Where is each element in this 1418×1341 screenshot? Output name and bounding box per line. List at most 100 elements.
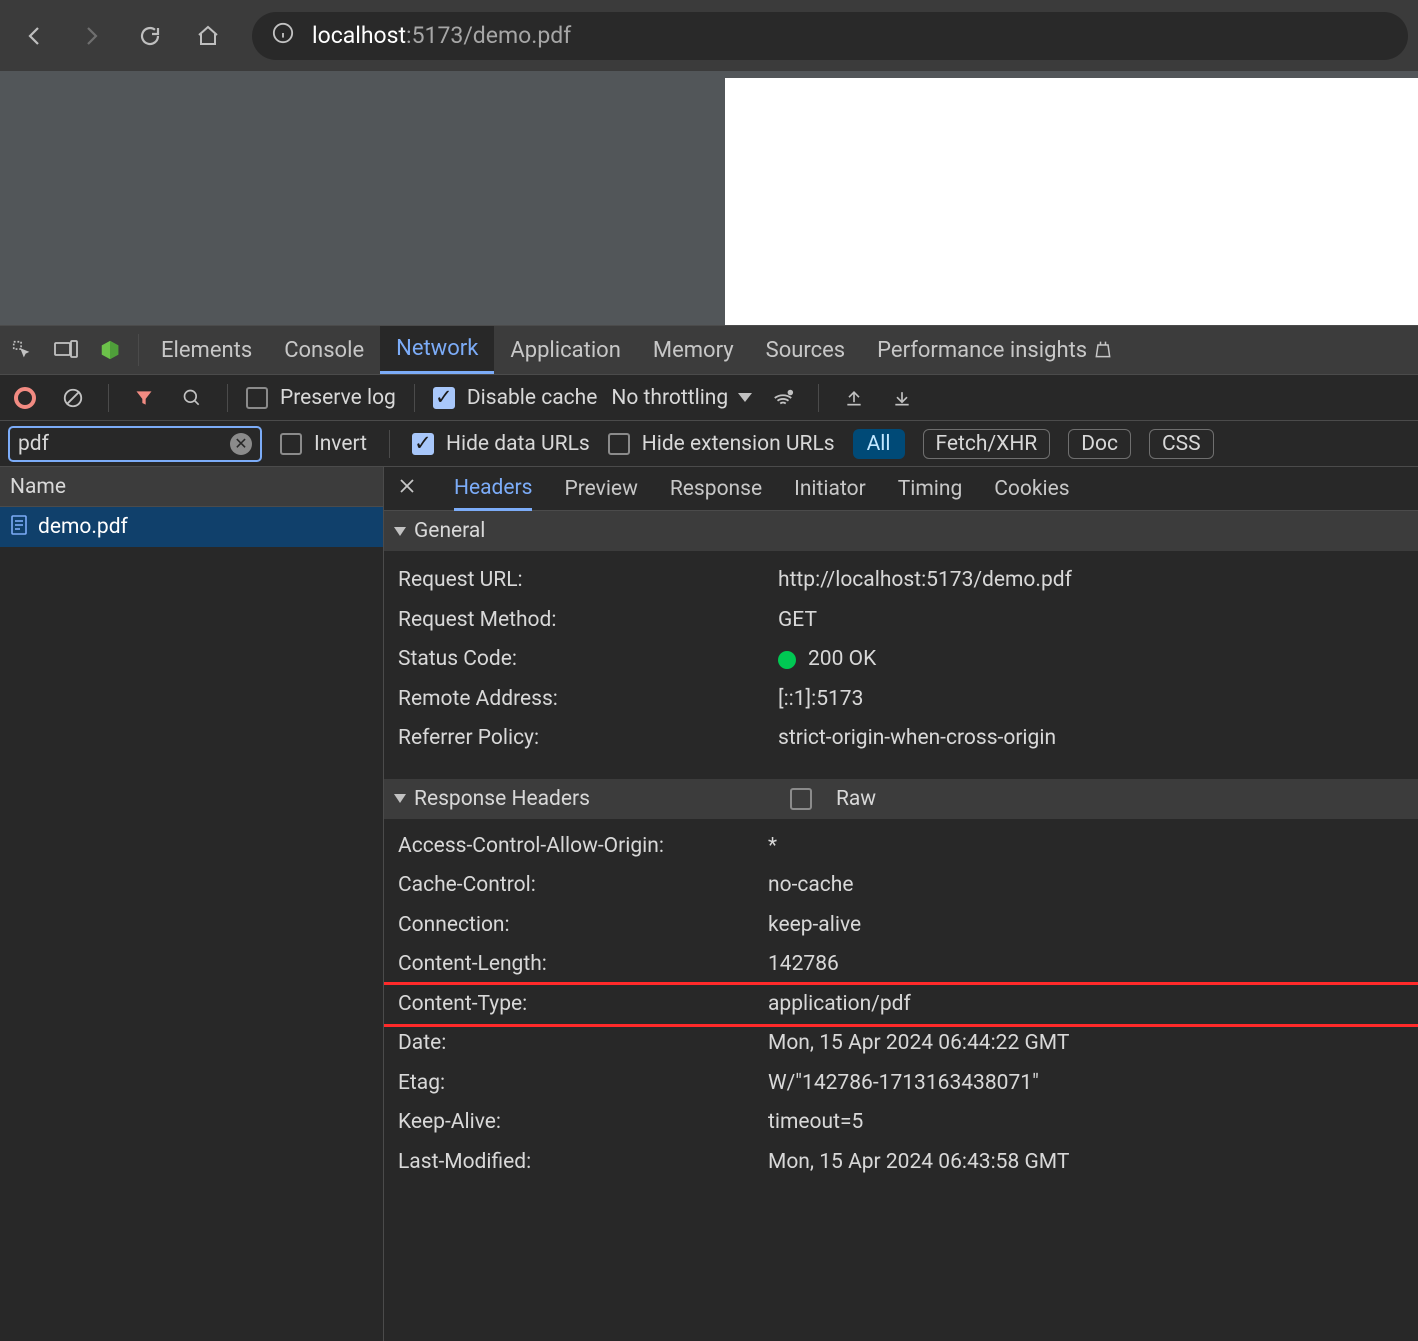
preserve-log-checkbox[interactable]: Preserve log (246, 386, 396, 410)
clear-filter-icon[interactable]: ✕ (230, 433, 252, 455)
record-button[interactable] (8, 387, 42, 409)
response-header-row: Access-Control-Allow-Origin:* (384, 827, 1418, 867)
search-icon[interactable] (175, 388, 209, 408)
tab-timing[interactable]: Timing (898, 477, 963, 501)
preserve-log-label: Preserve log (280, 386, 396, 410)
response-headers-list: Access-Control-Allow-Origin:*Cache-Contr… (384, 819, 1418, 1191)
inspect-element-icon[interactable] (0, 326, 44, 374)
label-request-method: Request Method: (398, 605, 778, 637)
tab-preview[interactable]: Preview (564, 477, 637, 501)
response-header-key: Access-Control-Allow-Origin: (398, 831, 768, 863)
site-info-icon[interactable] (272, 22, 294, 50)
response-header-value: no-cache (768, 870, 1418, 902)
value-request-url: http://localhost:5173/demo.pdf (778, 565, 1418, 597)
filter-input[interactable]: pdf ✕ (8, 426, 262, 462)
download-har-icon[interactable] (885, 388, 919, 408)
tab-cookies[interactable]: Cookies (994, 477, 1069, 501)
label-request-url: Request URL: (398, 565, 778, 597)
throttling-select[interactable]: No throttling (611, 386, 752, 410)
status-dot-icon (778, 651, 796, 669)
tab-performance-insights[interactable]: Performance insights (861, 326, 1128, 374)
response-header-key: Last-Modified: (398, 1147, 768, 1179)
tab-application[interactable]: Application (494, 326, 636, 374)
upload-har-icon[interactable] (837, 388, 871, 408)
response-header-value: keep-alive (768, 910, 1418, 942)
chevron-down-icon (738, 393, 752, 402)
disable-cache-checkbox[interactable]: ✓Disable cache (433, 386, 598, 410)
filter-all-pill[interactable]: All (853, 429, 905, 459)
request-row-selected[interactable]: demo.pdf (0, 507, 383, 547)
row-request-url: Request URL: http://localhost:5173/demo.… (384, 561, 1418, 601)
reload-button[interactable] (126, 12, 174, 60)
request-name: demo.pdf (38, 515, 128, 539)
raw-checkbox[interactable]: Raw (790, 787, 876, 811)
forward-button[interactable] (68, 12, 116, 60)
address-bar[interactable]: localhost:5173/demo.pdf (252, 12, 1408, 60)
response-header-value: * (768, 831, 1418, 863)
filter-css-pill[interactable]: CSS (1149, 429, 1214, 459)
response-header-key: Etag: (398, 1068, 768, 1100)
row-referrer-policy: Referrer Policy: strict-origin-when-cros… (384, 719, 1418, 759)
clear-button[interactable] (56, 387, 90, 409)
response-header-key: Connection: (398, 910, 768, 942)
tab-initiator[interactable]: Initiator (794, 477, 866, 501)
response-header-value: timeout=5 (768, 1107, 1418, 1139)
home-button[interactable] (184, 12, 232, 60)
invert-checkbox[interactable]: Invert (280, 432, 367, 456)
hide-data-urls-checkbox[interactable]: ✓Hide data URLs (412, 432, 590, 456)
row-remote-address: Remote Address: [::1]:5173 (384, 680, 1418, 720)
row-status-code: Status Code: 200 OK (384, 640, 1418, 680)
general-section-header[interactable]: General (384, 511, 1418, 551)
filter-doc-pill[interactable]: Doc (1068, 429, 1131, 459)
label-status-code: Status Code: (398, 644, 778, 676)
tab-console[interactable]: Console (268, 326, 380, 374)
hide-extension-urls-checkbox[interactable]: Hide extension URLs (608, 432, 835, 456)
network-filter-bar: pdf ✕ Invert ✓Hide data URLs Hide extens… (0, 421, 1418, 467)
tab-response[interactable]: Response (670, 477, 762, 501)
device-toolbar-icon[interactable] (44, 326, 88, 374)
devtools-tab-bar: Elements Console Network Application Mem… (0, 326, 1418, 375)
response-header-row: Content-Length:142786 (384, 945, 1418, 985)
back-button[interactable] (10, 12, 58, 60)
hide-extension-urls-label: Hide extension URLs (642, 432, 835, 456)
value-remote-address: [::1]:5173 (778, 684, 1418, 716)
response-header-value: Mon, 15 Apr 2024 06:43:58 GMT (768, 1147, 1418, 1179)
tab-elements[interactable]: Elements (145, 326, 268, 374)
response-header-value: 142786 (768, 949, 1418, 981)
network-conditions-icon[interactable] (766, 387, 800, 409)
row-request-method: Request Method: GET (384, 601, 1418, 641)
filter-fetch-xhr-pill[interactable]: Fetch/XHR (923, 429, 1051, 459)
label-referrer-policy: Referrer Policy: (398, 723, 778, 755)
requests-header-name[interactable]: Name (0, 467, 383, 507)
tab-headers[interactable]: Headers (454, 476, 532, 511)
filter-input-value: pdf (18, 432, 49, 456)
document-icon (10, 515, 28, 540)
throttling-label: No throttling (611, 386, 728, 410)
value-referrer-policy: strict-origin-when-cross-origin (778, 723, 1418, 755)
requests-list: Name demo.pdf (0, 467, 384, 1341)
hide-data-urls-label: Hide data URLs (446, 432, 590, 456)
response-header-row: Date:Mon, 15 Apr 2024 06:44:22 GMT (384, 1024, 1418, 1064)
request-details: Headers Preview Response Initiator Timin… (384, 467, 1418, 1341)
browser-nav-bar: localhost:5173/demo.pdf (0, 0, 1418, 71)
response-headers-title: Response Headers (414, 787, 590, 811)
tab-network[interactable]: Network (380, 326, 494, 374)
value-status-code: 200 OK (778, 644, 1418, 676)
tab-sources[interactable]: Sources (750, 326, 862, 374)
response-header-value: Mon, 15 Apr 2024 06:44:22 GMT (768, 1028, 1418, 1060)
value-request-method: GET (778, 605, 1418, 637)
collapse-icon (394, 527, 406, 536)
details-tab-bar: Headers Preview Response Initiator Timin… (384, 467, 1418, 511)
response-header-key: Keep-Alive: (398, 1107, 768, 1139)
close-details-icon[interactable] (398, 477, 422, 501)
disable-cache-label: Disable cache (467, 386, 598, 410)
tab-memory[interactable]: Memory (637, 326, 750, 374)
raw-label: Raw (836, 787, 876, 811)
response-header-row: Last-Modified:Mon, 15 Apr 2024 06:43:58 … (384, 1143, 1418, 1183)
response-header-key: Content-Length: (398, 949, 768, 981)
filter-icon[interactable] (127, 388, 161, 408)
response-header-row: Keep-Alive:timeout=5 (384, 1103, 1418, 1143)
response-headers-section-header[interactable]: Response Headers Raw (384, 779, 1418, 819)
nodejs-icon[interactable] (88, 326, 132, 374)
url-text: localhost:5173/demo.pdf (312, 22, 571, 49)
